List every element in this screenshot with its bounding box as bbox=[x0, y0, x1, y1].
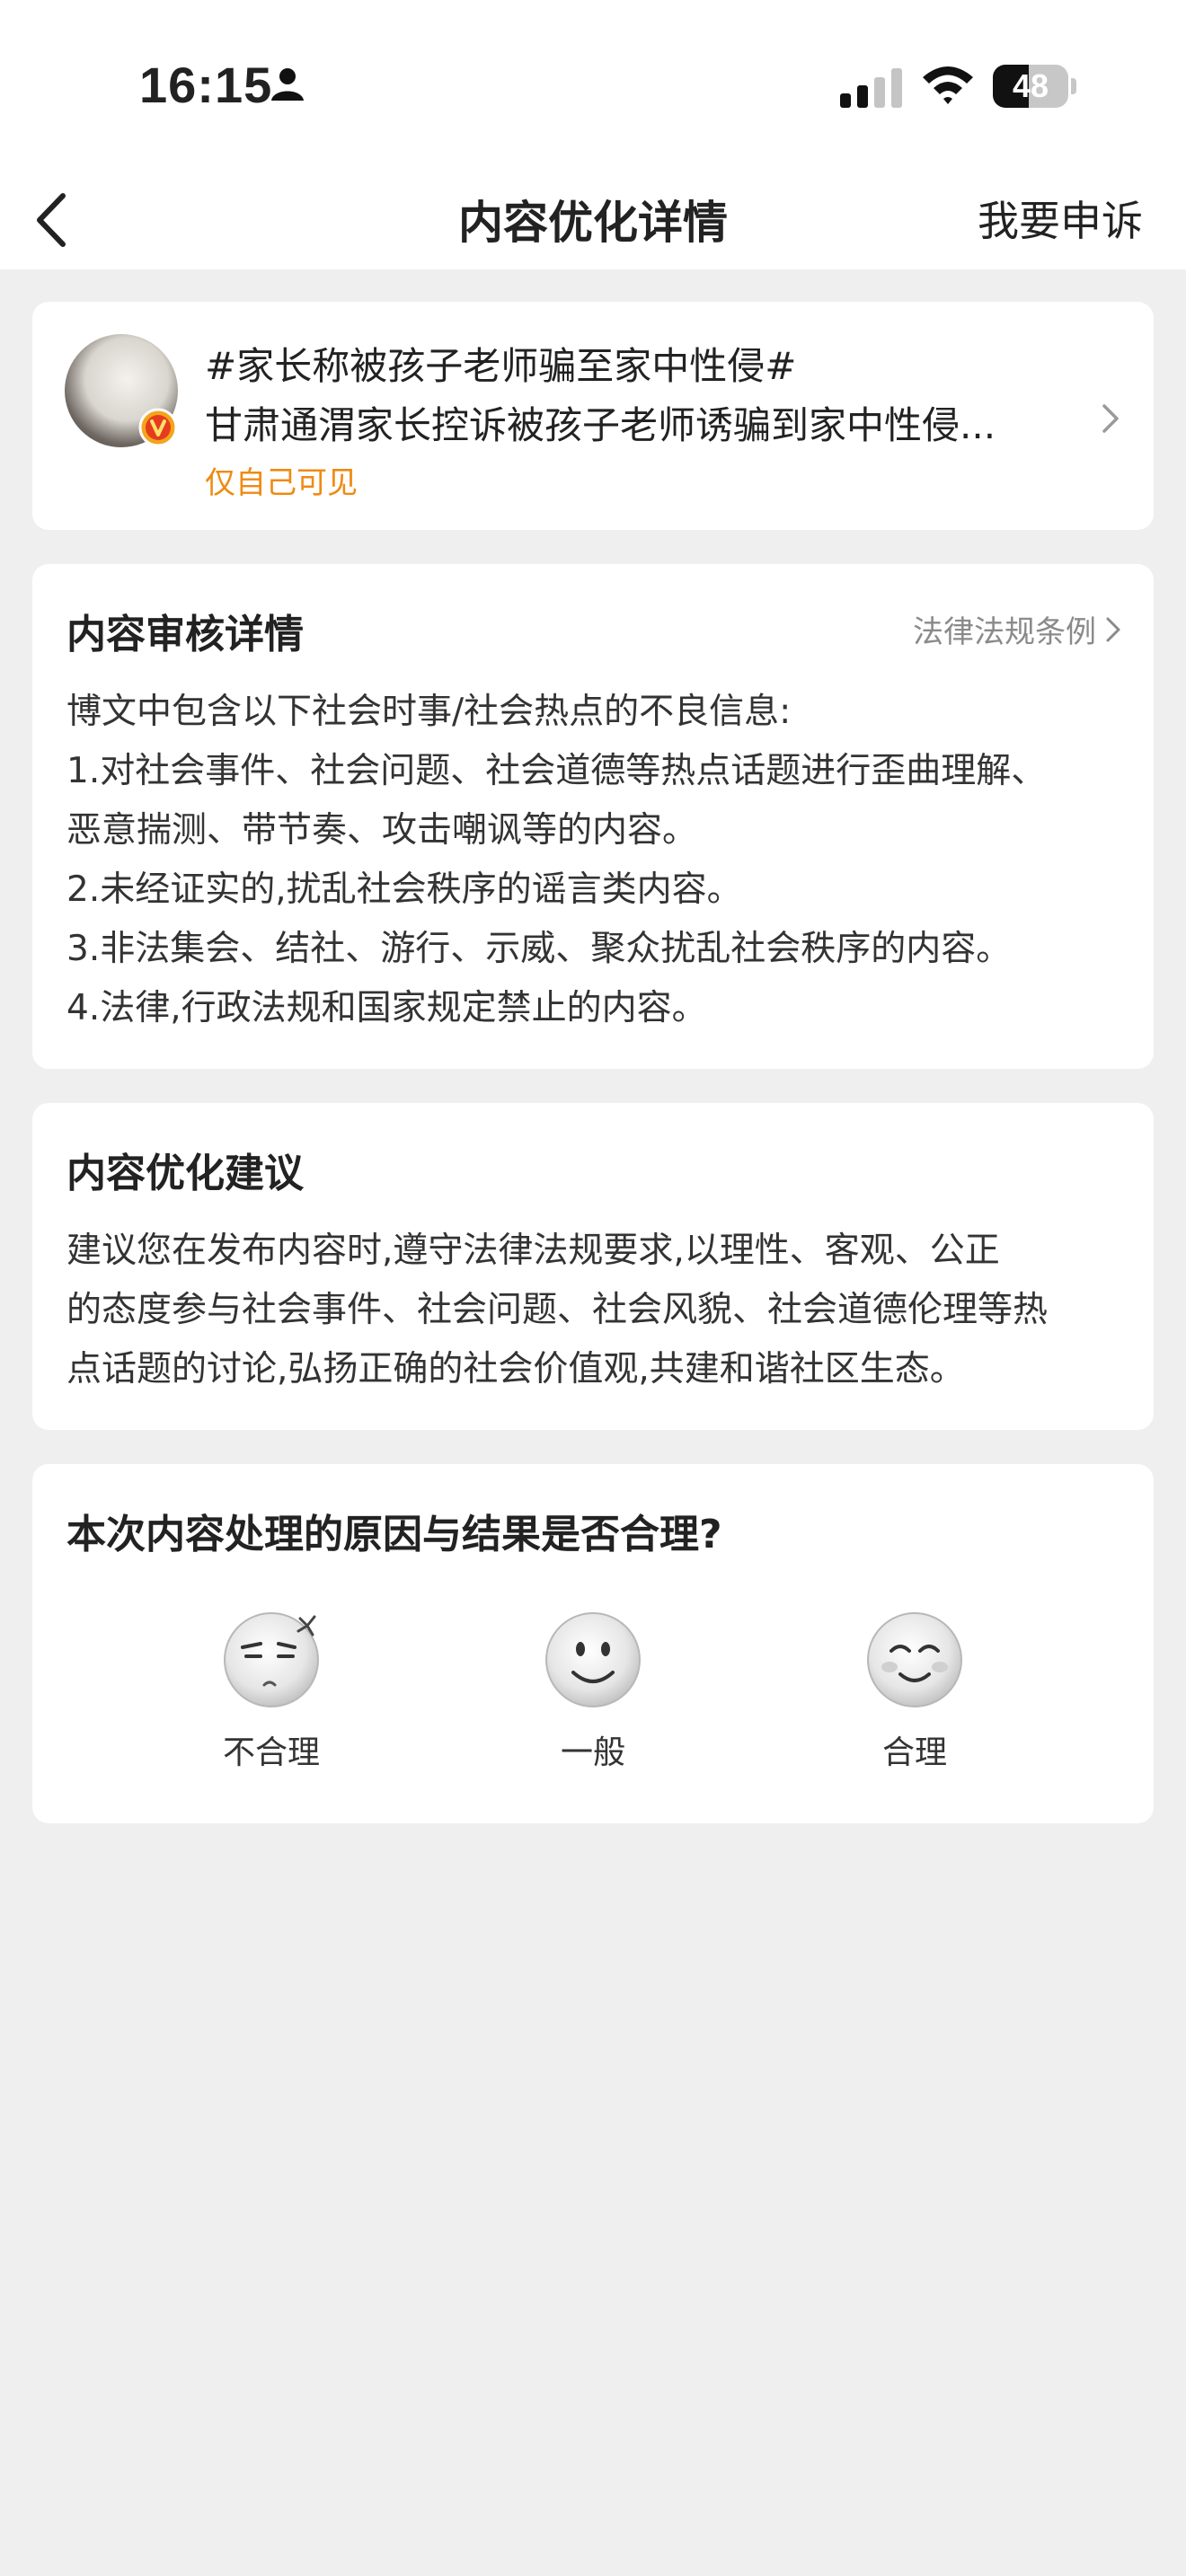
review-line: 2.未经证实的,扰乱社会秩序的谣言类内容。 bbox=[66, 869, 742, 910]
review-details-card: 内容审核详情 法律法规条例 博文中包含以下社会时事/社会热点的不良信息: 1.对… bbox=[32, 564, 1154, 1069]
annoyed-face-icon bbox=[224, 1612, 319, 1707]
review-line: 4.法律,行政法规和国家规定禁止的内容。 bbox=[66, 988, 707, 1028]
review-line: 恶意揣测、带节奏、攻击嘲讽等的内容。 bbox=[66, 810, 698, 851]
chevron-right-icon bbox=[1102, 404, 1119, 433]
rating-neutral-option[interactable]: 一般 bbox=[503, 1608, 683, 1787]
battery-indicator: 48 bbox=[993, 65, 1076, 108]
rating-reasonable-option[interactable]: 合理 bbox=[825, 1608, 1005, 1787]
appeal-button[interactable]: 我要申诉 bbox=[978, 189, 1143, 248]
wifi-icon bbox=[923, 66, 973, 104]
battery-level: 48 bbox=[1012, 67, 1049, 104]
review-line: 1.对社会事件、社会问题、社会道德等热点话题进行歪曲理解、 bbox=[66, 751, 1047, 791]
rating-unreasonable-option[interactable]: 不合理 bbox=[181, 1608, 361, 1787]
post-card[interactable]: #家长称被孩子老师骗至家中性侵# 甘肃通渭家长控诉被孩子老师诱骗到家中性侵...… bbox=[32, 302, 1154, 530]
rating-label: 一般 bbox=[560, 1734, 625, 1771]
post-text: 甘肃通渭家长控诉被孩子老师诱骗到家中性侵... bbox=[205, 403, 996, 447]
review-body: 博文中包含以下社会时事/社会热点的不良信息: 1.对社会事件、社会问题、社会道德… bbox=[66, 683, 1127, 1038]
feedback-card: 本次内容处理的原因与结果是否合理? 不合理 一般 合理 bbox=[32, 1464, 1154, 1823]
law-regulations-link[interactable]: 法律法规条例 bbox=[913, 607, 1121, 651]
chevron-right-icon bbox=[1106, 617, 1120, 641]
happy-face-icon bbox=[867, 1612, 962, 1707]
review-line: 3.非法集会、结社、游行、示威、聚众扰乱社会秩序的内容。 bbox=[66, 929, 1012, 969]
navigation-bar: 内容优化详情 我要申诉 bbox=[0, 171, 1186, 269]
status-bar: 16:15 48 bbox=[0, 0, 1186, 171]
rating-label: 合理 bbox=[881, 1734, 947, 1771]
status-time: 16:15 bbox=[139, 57, 273, 113]
review-line: 博文中包含以下社会时事/社会热点的不良信息: bbox=[66, 692, 792, 732]
suggestion-line: 建议您在发布内容时,遵守法律法规要求,以理性、客观、公正 bbox=[66, 1231, 1000, 1271]
feedback-question: 本次内容处理的原因与结果是否合理? bbox=[66, 1512, 722, 1557]
suggestion-body: 建议您在发布内容时,遵守法律法规要求,以理性、客观、公正 的态度参与社会事件、社… bbox=[66, 1222, 1127, 1399]
rating-label: 不合理 bbox=[222, 1734, 320, 1771]
review-title: 内容审核详情 bbox=[66, 612, 304, 657]
person-icon bbox=[271, 68, 304, 101]
visibility-status: 仅自己可见 bbox=[205, 465, 358, 501]
optimization-suggestion-card: 内容优化建议 建议您在发布内容时,遵守法律法规要求,以理性、客观、公正 的态度参… bbox=[32, 1103, 1154, 1430]
neutral-smile-face-icon bbox=[545, 1612, 641, 1707]
suggestion-line: 点话题的讨论,弘扬正确的社会价值观,共建和谐社区生态。 bbox=[66, 1349, 965, 1389]
verified-badge-icon bbox=[138, 408, 178, 447]
suggestion-title: 内容优化建议 bbox=[66, 1151, 304, 1196]
post-hashtag: #家长称被孩子老师骗至家中性侵# bbox=[205, 344, 797, 388]
law-link-label: 法律法规条例 bbox=[913, 614, 1096, 650]
cellular-signal-icon bbox=[840, 68, 902, 108]
suggestion-line: 的态度参与社会事件、社会问题、社会风貌、社会道德伦理等热 bbox=[66, 1290, 1049, 1330]
